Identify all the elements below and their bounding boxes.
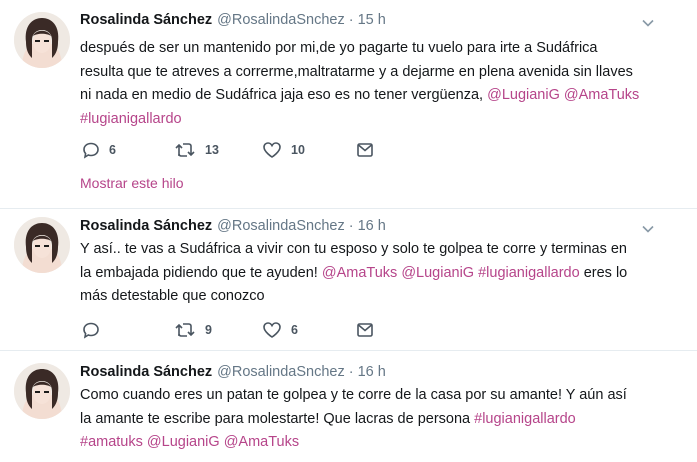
mention-link[interactable]: @LugianiG — [401, 265, 474, 281]
tweet-text: después de ser un mantenido por mi,de yo… — [80, 37, 640, 131]
like-button[interactable]: 10 — [262, 141, 305, 159]
timestamp[interactable]: 16 h — [358, 364, 386, 380]
reply-icon — [83, 142, 99, 159]
tweet[interactable]: Rosalinda Sánchez @RosalindaSnchez · 16 … — [0, 209, 697, 349]
retweet-button[interactable]: 9 — [174, 321, 212, 339]
mention-link[interactable]: @AmaTuks — [564, 87, 639, 103]
dm-icon — [357, 323, 373, 337]
tweet-actions: 6 13 10 — [82, 141, 442, 161]
direct-message-button[interactable] — [356, 141, 374, 159]
tweet[interactable]: Rosalinda Sánchez @RosalindaSnchez · 16 … — [0, 351, 697, 462]
reply-count: 6 — [109, 143, 116, 157]
user-handle[interactable]: @RosalindaSnchez — [217, 218, 345, 234]
hashtag-link[interactable]: #lugianigallardo — [478, 265, 580, 281]
separator-dot: · — [348, 12, 354, 28]
hashtag-link[interactable]: #lugianigallardo — [474, 411, 576, 427]
like-count: 10 — [291, 143, 305, 157]
display-name[interactable]: Rosalinda Sánchez — [80, 12, 212, 28]
show-thread-link[interactable]: Mostrar este hilo — [80, 175, 183, 191]
reply-icon — [83, 322, 99, 339]
display-name[interactable]: Rosalinda Sánchez — [80, 364, 212, 380]
separator-dot: · — [348, 364, 354, 380]
hashtag-link[interactable]: #amatuks — [80, 434, 143, 450]
retweet-count: 13 — [205, 143, 219, 157]
user-handle[interactable]: @RosalindaSnchez — [217, 364, 345, 380]
tweet-header: Rosalinda Sánchez @RosalindaSnchez · 15 … — [80, 12, 386, 32]
tweet[interactable]: Rosalinda Sánchez @RosalindaSnchez · 15 … — [0, 0, 697, 208]
retweet-icon — [175, 323, 195, 337]
separator-dot: · — [348, 218, 354, 234]
avatar[interactable] — [14, 363, 70, 419]
chevron-down-icon[interactable] — [641, 222, 655, 236]
tweet-text: Y así.. te vas a Sudáfrica a vivir con t… — [80, 238, 640, 309]
dm-icon — [357, 143, 373, 157]
retweet-icon — [175, 143, 195, 157]
retweet-button[interactable]: 13 — [174, 141, 219, 159]
mention-link[interactable]: @LugianiG — [487, 87, 560, 103]
mention-link[interactable]: @AmaTuks — [322, 265, 397, 281]
reply-button[interactable] — [82, 321, 109, 339]
like-button[interactable]: 6 — [262, 321, 298, 339]
user-handle[interactable]: @RosalindaSnchez — [217, 12, 345, 28]
tweet-header: Rosalinda Sánchez @RosalindaSnchez · 16 … — [80, 218, 386, 238]
mention-link[interactable]: @AmaTuks — [224, 434, 299, 450]
display-name[interactable]: Rosalinda Sánchez — [80, 218, 212, 234]
tweet-header: Rosalinda Sánchez @RosalindaSnchez · 16 … — [80, 364, 386, 384]
avatar[interactable] — [14, 217, 70, 273]
reply-button[interactable]: 6 — [82, 141, 116, 159]
like-count: 6 — [291, 323, 298, 337]
like-icon — [263, 322, 281, 338]
timestamp[interactable]: 15 h — [358, 12, 386, 28]
avatar[interactable] — [14, 12, 70, 68]
retweet-count: 9 — [205, 323, 212, 337]
tweet-actions: 9 6 — [82, 321, 442, 341]
like-icon — [263, 142, 281, 158]
hashtag-link[interactable]: #lugianigallardo — [80, 111, 182, 127]
chevron-down-icon[interactable] — [641, 16, 655, 30]
tweet-text: Como cuando eres un patan te golpea y te… — [80, 384, 640, 455]
direct-message-button[interactable] — [356, 321, 374, 339]
timestamp[interactable]: 16 h — [358, 218, 386, 234]
mention-link[interactable]: @LugianiG — [147, 434, 220, 450]
